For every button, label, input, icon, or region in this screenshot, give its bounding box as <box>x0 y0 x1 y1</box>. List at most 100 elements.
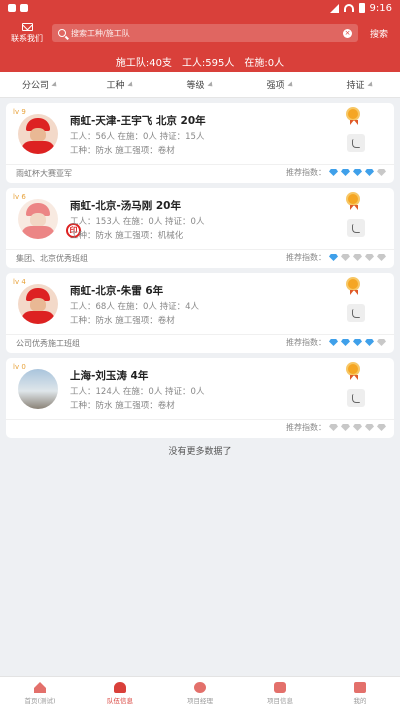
level-badge: lv 4 <box>13 278 26 286</box>
battery-icon <box>358 3 365 13</box>
manager-icon <box>194 682 206 693</box>
call-button[interactable] <box>347 389 365 407</box>
team-stats: 工人：153人 在施：0人 持证：0人 <box>70 217 205 227</box>
diamond-icon <box>365 254 374 261</box>
avatar <box>18 284 58 324</box>
diamond-icon <box>329 424 338 431</box>
app-header: 联系我们 搜索工种/施工队 × 搜索 <box>0 16 400 50</box>
search-input[interactable]: 搜索工种/施工队 × <box>52 24 358 42</box>
diamond-icon <box>353 424 362 431</box>
home-icon <box>34 682 46 693</box>
divider <box>6 249 394 250</box>
tab-mine[interactable]: 我的 <box>320 677 400 710</box>
diamond-icon <box>353 254 362 261</box>
search-button[interactable]: 搜索 <box>364 27 394 40</box>
tab-project-info[interactable]: 项目信息 <box>240 677 320 710</box>
diamond-icon <box>329 339 338 346</box>
diamond-icon <box>341 254 350 261</box>
team-honor: 集团、北京优秀班组 <box>16 254 88 263</box>
call-button[interactable] <box>347 304 365 322</box>
contact-us-button[interactable]: 联系我们 <box>6 22 48 44</box>
diamond-icon <box>365 424 374 431</box>
medal-icon <box>346 277 362 297</box>
diamond-icon <box>329 169 338 176</box>
filter-bar: 分公司 工种 等级 强项 持证 <box>0 72 400 98</box>
diamond-icon <box>377 339 386 346</box>
dropdown-icon <box>366 80 375 89</box>
on-site-count: 在施:0人 <box>244 57 285 69</box>
team-card[interactable]: lv 0 上海-刘玉涛 4年 工人：124人 在施：0人 持证：0人 工种：防水… <box>6 358 394 438</box>
diamond-icon <box>365 339 374 346</box>
filter-branch[interactable]: 分公司 <box>0 78 80 91</box>
team-stats: 工人：56人 在施：0人 持证：15人 <box>70 132 205 142</box>
filter-strength[interactable]: 强项 <box>240 78 320 91</box>
worker-count: 工人:595人 <box>181 57 235 69</box>
tab-team-info[interactable]: 队伍信息 <box>80 677 160 710</box>
phone-icon <box>352 393 360 403</box>
team-card[interactable]: lv 4 雨虹-北京-朱雷 6年 工人：68人 在施：0人 持证：4人 工种：防… <box>6 273 394 353</box>
recommend-rating: 推荐指数： <box>286 167 386 178</box>
team-title: 雨虹-北京-朱雷 6年 <box>70 285 164 297</box>
phone-icon <box>352 138 360 148</box>
team-trade: 工种：防水 施工强项：卷材 <box>70 401 175 411</box>
dropdown-icon <box>51 80 59 89</box>
filter-trade[interactable]: 工种 <box>80 78 160 91</box>
wifi-icon <box>343 4 354 12</box>
notification-icon <box>20 4 28 12</box>
divider <box>6 419 394 420</box>
medal-icon <box>346 192 362 212</box>
project-icon <box>274 682 286 693</box>
team-card[interactable]: lv 9 雨虹-天津-王宇飞 北京 20年 工人：56人 在施：0人 持证：15… <box>6 103 394 183</box>
search-placeholder: 搜索工种/施工队 <box>71 28 130 38</box>
call-button[interactable] <box>347 134 365 152</box>
clear-icon[interactable]: × <box>343 28 352 38</box>
diamond-icon <box>353 169 362 176</box>
search-icon <box>58 29 66 37</box>
team-honor: 公司优秀施工班组 <box>16 339 80 348</box>
mail-icon <box>21 22 33 31</box>
filter-level[interactable]: 等级 <box>160 78 240 91</box>
recommend-rating: 推荐指数： <box>286 252 386 263</box>
no-more-data: 没有更多数据了 <box>168 447 232 457</box>
contact-us-label: 联系我们 <box>11 33 43 43</box>
team-stats: 工人：68人 在施：0人 持证：4人 <box>70 302 200 312</box>
team-stats: 工人：124人 在施：0人 持证：0人 <box>70 387 205 397</box>
status-bar: 9:16 <box>0 0 400 16</box>
diamond-icon <box>377 424 386 431</box>
avatar <box>18 199 58 239</box>
diamond-icon <box>377 254 386 261</box>
diamond-icon <box>341 169 350 176</box>
phone-icon <box>352 308 360 318</box>
level-badge: lv 6 <box>13 193 26 201</box>
dropdown-icon <box>206 80 215 89</box>
team-trade: 工种：防水 施工强项：卷材 <box>70 146 175 156</box>
divider <box>6 164 394 165</box>
team-title: 上海-刘玉涛 4年 <box>70 370 149 382</box>
team-trade: 工种：防水 施工强项：机械化 <box>70 231 184 241</box>
diamond-icon <box>329 254 338 261</box>
dropdown-icon <box>126 80 135 89</box>
team-honor: 雨虹杯大赛亚军 <box>16 169 72 178</box>
filter-certified[interactable]: 持证 <box>320 78 400 91</box>
team-card[interactable]: lv 6 印 雨虹-北京-汤马刚 20年 工人：153人 在施：0人 持证：0人… <box>6 188 394 268</box>
team-title: 雨虹-天津-王宇飞 北京 20年 <box>70 115 206 127</box>
mine-icon <box>354 682 366 693</box>
team-trade: 工种：防水 施工强项：卷材 <box>70 316 175 326</box>
medal-icon <box>346 362 362 382</box>
call-button[interactable] <box>347 219 365 237</box>
tab-home[interactable]: 首页(测试) <box>0 677 80 710</box>
medal-icon <box>346 107 362 127</box>
team-icon <box>114 682 126 693</box>
level-badge: lv 9 <box>13 108 26 116</box>
phone-icon <box>352 223 360 233</box>
divider <box>6 334 394 335</box>
notification-icon <box>8 4 16 12</box>
avatar <box>18 114 58 154</box>
avatar <box>18 369 58 409</box>
team-title: 雨虹-北京-汤马刚 20年 <box>70 200 181 212</box>
dropdown-icon <box>286 80 295 89</box>
diamond-icon <box>365 169 374 176</box>
level-badge: lv 0 <box>13 363 26 371</box>
tab-project-manager[interactable]: 项目经理 <box>160 677 240 710</box>
team-count: 施工队:40支 <box>115 57 172 69</box>
